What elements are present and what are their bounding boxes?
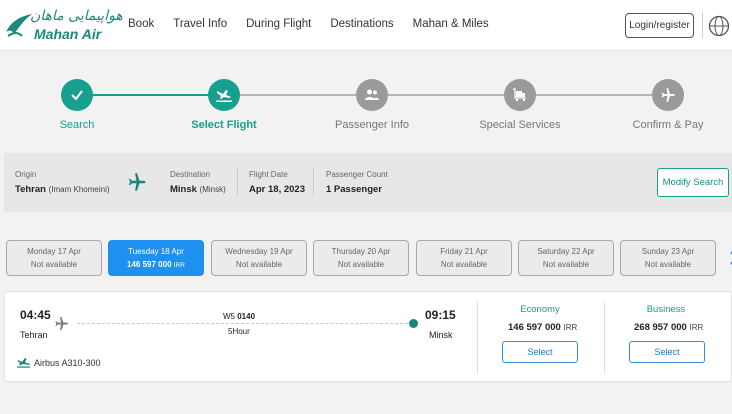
search-summary: Origin Tehran (Imam Khomeini) Destinatio… — [4, 153, 732, 212]
economy-currency: IRR — [563, 323, 578, 332]
card-divider — [604, 302, 605, 374]
step-select-flight[interactable]: Select Flight — [164, 79, 284, 131]
business-price: 268 957 000 IRR — [634, 322, 703, 333]
date-tab-day: Sunday 23 Apr — [641, 247, 695, 256]
login-register-button[interactable]: Login/register — [625, 13, 694, 38]
nav-during-flight[interactable]: During Flight — [246, 18, 311, 30]
flight-duration: 5Hour — [228, 327, 250, 336]
departure-city: Tehran — [20, 330, 48, 340]
modify-search-button[interactable]: Modify Search — [657, 168, 729, 197]
header-divider — [702, 12, 703, 38]
destination-dot — [409, 319, 418, 328]
business-price-value: 268 957 000 — [634, 322, 687, 333]
nav-book[interactable]: Book — [128, 18, 154, 30]
business-currency: IRR — [689, 323, 704, 332]
logo-persian-text: هواپیمایی ماهان — [30, 8, 123, 24]
step-connector-pending — [224, 94, 668, 96]
step-special-services[interactable]: Special Services — [460, 79, 580, 131]
date-tab-status: Not available — [644, 260, 692, 269]
economy-price: 146 597 000 IRR — [508, 322, 577, 333]
nav-travel-info[interactable]: Travel Info — [173, 18, 227, 30]
arrival-time: 09:15 — [425, 308, 456, 322]
step-label-passenger-info: Passenger Info — [335, 119, 409, 131]
plane-icon — [55, 316, 69, 331]
date-tab-price-value: 146 597 000 — [127, 260, 172, 269]
step-label-confirm-pay: Confirm & Pay — [632, 119, 704, 131]
check-icon — [71, 90, 83, 101]
destination-city: Minsk — [170, 184, 197, 195]
date-tab[interactable]: Wednesday 19 Apr Not available — [211, 240, 307, 276]
date-tab[interactable]: Thursday 20 Apr Not available — [313, 240, 409, 276]
nav-mahan-miles[interactable]: Mahan & Miles — [413, 18, 489, 30]
arrival-city: Minsk — [429, 330, 453, 340]
users-icon — [365, 89, 379, 100]
business-select-button[interactable]: Select — [629, 341, 705, 363]
plane-icon — [661, 88, 675, 102]
globe-icon[interactable] — [708, 15, 730, 37]
date-tab-day: Wednesday 19 Apr — [225, 247, 293, 256]
pax-label: Passenger Count — [326, 170, 388, 179]
mahan-air-logo[interactable]: هواپیمایی ماهان Mahan Air — [4, 8, 123, 44]
destination-airport: (Minsk) — [199, 185, 226, 194]
date-tab-day: Monday 17 Apr — [27, 247, 81, 256]
origin-label: Origin — [15, 170, 37, 179]
date-tab-selected[interactable]: Tuesday 18 Apr 146 597 000 IRR — [108, 240, 204, 276]
date-tab-status: Not available — [235, 260, 283, 269]
date-tab-day: Thursday 20 Apr — [331, 247, 391, 256]
origin-value: Tehran (Imam Khomeini) — [15, 184, 110, 195]
flight-card: 04:45 Tehran W5 0140 5Hour 09:15 Minsk A… — [4, 291, 732, 382]
economy-title: Economy — [520, 304, 560, 315]
date-value: Apr 18, 2023 — [249, 184, 305, 195]
summary-divider — [237, 168, 238, 195]
economy-select-button[interactable]: Select — [502, 341, 578, 363]
economy-price-value: 146 597 000 — [508, 322, 561, 333]
plane-icon — [128, 173, 146, 191]
aircraft-type: Airbus A310-300 — [34, 358, 101, 368]
pax-value: 1 Passenger — [326, 184, 382, 195]
date-tab-day: Friday 21 Apr — [440, 247, 488, 256]
step-label-select-flight: Select Flight — [191, 119, 257, 131]
date-tab-status: Not available — [337, 260, 385, 269]
destination-value: Minsk (Minsk) — [170, 184, 226, 195]
luggage-cart-icon — [513, 88, 526, 102]
business-title: Business — [646, 304, 686, 315]
plane-landing-icon — [216, 90, 232, 102]
date-tab-status: Not available — [542, 260, 590, 269]
date-selector: Monday 17 Apr Not available Tuesday 18 A… — [6, 240, 732, 276]
flight-number-value: 0140 — [237, 312, 256, 321]
route-line — [77, 323, 413, 324]
origin-airport: (Imam Khomeini) — [48, 185, 110, 194]
booking-stepper: Search Select Flight Passenger Info Spec… — [0, 51, 732, 151]
date-tab-price: 146 597 000 IRR — [109, 260, 203, 269]
site-header: هواپیمایی ماهان Mahan Air Book Travel In… — [0, 0, 732, 51]
step-search[interactable]: Search — [17, 79, 137, 131]
date-tab-status: Not available — [440, 260, 488, 269]
date-tab-currency: IRR — [173, 262, 185, 269]
step-label-search: Search — [59, 119, 95, 131]
departure-time: 04:45 — [20, 308, 51, 322]
date-tab-day: Saturday 22 Apr — [537, 247, 595, 256]
date-tab-status: Not available — [30, 260, 78, 269]
date-tab[interactable]: Sunday 23 Apr Not available — [620, 240, 716, 276]
origin-city: Tehran — [15, 184, 46, 195]
logo-english-text: Mahan Air — [34, 26, 102, 42]
date-tab[interactable]: Monday 17 Apr Not available — [6, 240, 102, 276]
summary-divider — [313, 168, 314, 195]
date-tab[interactable]: Friday 21 Apr Not available — [416, 240, 512, 276]
flight-prefix: W5 — [223, 312, 235, 321]
date-label: Flight Date — [249, 170, 288, 179]
step-passenger-info[interactable]: Passenger Info — [312, 79, 432, 131]
main-nav: Book Travel Info During Flight Destinati… — [128, 18, 508, 30]
step-confirm-pay[interactable]: Confirm & Pay — [608, 79, 728, 131]
date-tab[interactable]: Saturday 22 Apr Not available — [518, 240, 614, 276]
aircraft-icon — [17, 358, 30, 368]
date-tab-day: Tuesday 18 Apr — [128, 247, 184, 256]
nav-destinations[interactable]: Destinations — [330, 18, 393, 30]
step-label-special-services: Special Services — [479, 119, 561, 131]
flight-number: W5 0140 — [223, 312, 255, 321]
destination-label: Destination — [170, 170, 211, 179]
card-divider — [477, 302, 478, 374]
